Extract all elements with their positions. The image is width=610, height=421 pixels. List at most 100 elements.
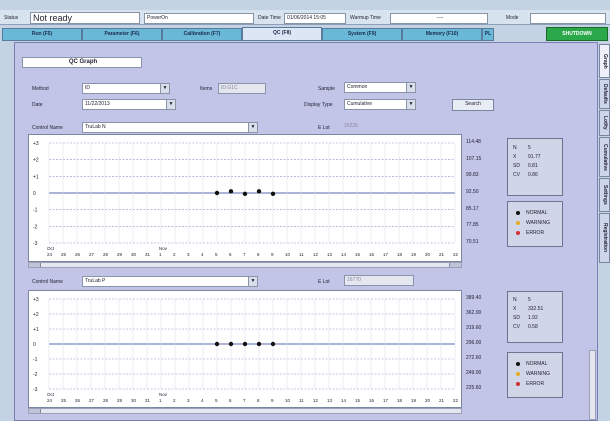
side-tab-cumulative[interactable]: Cumulative <box>599 137 610 177</box>
x-tick-label: 25 <box>61 398 67 403</box>
chevron-down-icon[interactable]: ▼ <box>248 277 257 286</box>
tab-calibration[interactable]: Calibration (F7) <box>162 28 242 41</box>
side-tab-registration[interactable]: Registration <box>599 213 610 263</box>
qc-point <box>214 190 220 196</box>
y-tick-label: +3 <box>33 297 39 303</box>
sample-select[interactable]: Common ▼ <box>344 82 416 93</box>
y-tick-label: +2 <box>33 158 39 164</box>
x-tick-label: 30 <box>131 398 137 403</box>
x-tick-label: 20 <box>425 398 431 403</box>
vertical-scrollbar[interactable] <box>589 350 596 420</box>
qc-point <box>256 341 262 347</box>
chevron-down-icon[interactable]: ▼ <box>248 123 257 132</box>
chevron-down-icon[interactable]: ▼ <box>160 84 169 93</box>
right-value-label: 296.00 <box>466 340 482 346</box>
tab-system[interactable]: System (F9) <box>322 28 402 41</box>
tab-run[interactable]: Run (F5) <box>2 28 82 41</box>
x-tick-label: 31 <box>145 252 151 257</box>
stats-1-n: 5 <box>528 145 531 151</box>
tab-qc[interactable]: QC (F8) <box>242 27 322 41</box>
tab-parameter[interactable]: Parameter (F6) <box>82 28 162 41</box>
x-tick-label: 28 <box>103 398 109 403</box>
y-tick-label: -2 <box>33 224 38 230</box>
stats-1-sd-label: SD <box>513 163 520 169</box>
right-value-label: 77.85 <box>466 222 479 229</box>
right-value-label: 225.60 <box>466 385 482 391</box>
x-tick-label: 24 <box>47 252 53 257</box>
lot-value-2: 16770 <box>344 275 414 286</box>
lot-value-1: 16225 <box>344 123 358 129</box>
display-type-select[interactable]: Cumulative ▼ <box>344 99 416 110</box>
chart-1-hscroll-thumb-right[interactable] <box>449 263 461 267</box>
right-value-label: 92.50 <box>466 189 479 195</box>
chart-1-hscroll[interactable] <box>28 262 462 268</box>
x-tick-label: 4 <box>201 252 204 257</box>
datetime-label: Date Time <box>258 15 281 21</box>
qc-point <box>214 341 220 347</box>
x-tick-label: 6 <box>229 252 232 257</box>
chart-2-hscroll-thumb[interactable] <box>29 409 41 413</box>
chevron-down-icon[interactable]: ▼ <box>166 100 175 109</box>
lot-label-1: E Lot <box>318 125 330 131</box>
x-tick-label: 29 <box>117 398 123 403</box>
qc-point <box>242 191 248 197</box>
qc-chart-1: +3+2+10-1-2-324 25 26 27 28 29 30 31 1 2 3 4 5 6 7 8 9 10… <box>28 134 462 262</box>
x-tick-label: 13 <box>327 252 333 257</box>
warmup-value: ---- <box>390 13 488 24</box>
legend-1-normal: NORMAL <box>526 210 548 216</box>
chart-2-hscroll[interactable] <box>28 408 462 414</box>
search-button[interactable]: Search <box>452 99 494 111</box>
chart-1-hscroll-thumb[interactable] <box>29 263 41 267</box>
status-value: Not ready <box>30 12 140 24</box>
y-tick-label: -1 <box>33 357 38 363</box>
x-month-label: Nov <box>159 392 168 397</box>
chevron-down-icon[interactable]: ▼ <box>406 83 415 92</box>
control-name-value-2: TruLab P <box>85 278 106 284</box>
shutdown-button[interactable]: SHUTDOWN <box>546 27 608 41</box>
x-tick-label: 5 <box>215 398 218 403</box>
x-tick-label: 3 <box>187 398 190 403</box>
control-name-select-1[interactable]: TruLab N ▼ <box>82 122 258 133</box>
panel-title: QC Graph <box>22 57 142 68</box>
stats-2-x: 332.51 <box>528 306 544 312</box>
control-name-label-1: Control Name <box>32 125 63 131</box>
x-tick-label: 3 <box>187 252 190 257</box>
stats-2-n-label: N <box>513 297 517 303</box>
side-tab-lotty[interactable]: Lot/ty <box>599 110 610 136</box>
stats-2-sd-label: SD <box>513 315 520 321</box>
control-name-select-2[interactable]: TruLab P ▼ <box>82 276 258 287</box>
stats-1-x: 91.77 <box>528 154 541 160</box>
y-tick-label: 0 <box>33 342 36 348</box>
right-value-label: 107.15 <box>466 155 482 162</box>
stats-1-sd: 0.81 <box>528 163 538 169</box>
legend-2-warning: WARNING <box>526 371 550 377</box>
right-value-label: 249.00 <box>466 370 482 376</box>
x-tick-label: 10 <box>285 252 291 257</box>
side-tab-defaults[interactable]: Defaults <box>599 79 610 109</box>
tab-pl[interactable]: PL <box>482 28 494 41</box>
x-tick-label: 19 <box>411 252 417 257</box>
date-select[interactable]: 11/22/2013 ▼ <box>82 99 176 110</box>
x-tick-label: 11 <box>299 398 304 403</box>
legend-1-error-dot <box>516 231 520 235</box>
x-tick-label: 18 <box>397 398 403 403</box>
x-tick-label: 21 <box>439 252 445 257</box>
right-value-label: 70.51 <box>466 239 479 245</box>
y-tick-label: -1 <box>33 208 38 214</box>
chevron-down-icon[interactable]: ▼ <box>406 100 415 109</box>
side-tab-graph[interactable]: Graph <box>599 44 610 78</box>
right-value-label: 319.60 <box>466 325 482 331</box>
x-tick-label: 31 <box>145 398 151 403</box>
x-tick-label: 6 <box>229 398 232 403</box>
x-tick-label: 30 <box>131 252 137 257</box>
mode-value <box>530 13 606 24</box>
stats-2-sd: 1.92 <box>528 315 538 321</box>
tab-memory[interactable]: Memory (F10) <box>402 28 482 41</box>
stats-1-n-label: N <box>513 145 517 151</box>
x-tick-label: 20 <box>425 252 431 257</box>
qc-point <box>270 191 276 197</box>
method-select[interactable]: ID ▼ <box>82 83 170 94</box>
side-tab-settings[interactable]: Settings <box>599 178 610 212</box>
date-label: Date <box>32 102 43 108</box>
legend-2-warning-dot <box>516 372 520 376</box>
